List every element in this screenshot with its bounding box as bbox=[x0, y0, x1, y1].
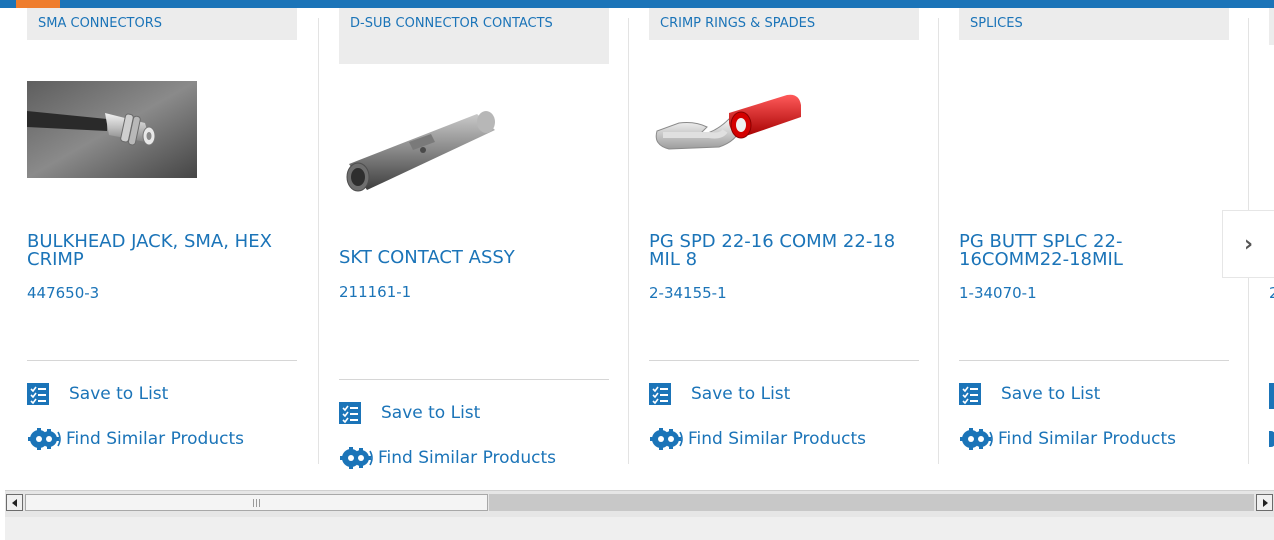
find-similar-products-button[interactable]: Find Similar Products bbox=[27, 427, 244, 451]
scrollbar-thumb[interactable] bbox=[25, 494, 488, 511]
carousel-next-button[interactable]: › bbox=[1222, 210, 1274, 278]
product-title-link[interactable]: SKT CONTACT ASSY bbox=[339, 249, 609, 267]
save-to-list-button[interactable]: Save to List bbox=[339, 402, 480, 424]
find-similar-products-button[interactable]: Find Similar Products bbox=[959, 427, 1176, 451]
part-number-link[interactable]: 211161-1 bbox=[339, 283, 411, 301]
scroll-left-arrow-icon bbox=[11, 498, 17, 507]
card-separator bbox=[339, 379, 609, 380]
category-tag bbox=[1269, 8, 1274, 45]
product-title-link[interactable]: PG BUTT SPLC 22-16COMM22-18MIL bbox=[959, 233, 1229, 269]
scroll-right-button[interactable] bbox=[1256, 494, 1273, 511]
find-similar-products-button[interactable]: Find Similar Products bbox=[339, 446, 556, 470]
card-separator bbox=[27, 360, 297, 361]
find-similar-label: Find Similar Products bbox=[688, 429, 866, 449]
product-carousel: SMA CONNECTORS BULKHEAD JACK, SMA, HEX C… bbox=[0, 0, 1274, 490]
category-tag[interactable]: SPLICES bbox=[959, 8, 1229, 40]
card-divider bbox=[938, 18, 939, 464]
product-title-link[interactable]: BULKHEAD JACK, SMA, HEX CRIMP bbox=[27, 233, 297, 269]
checklist-icon bbox=[27, 383, 49, 405]
checklist-icon bbox=[959, 383, 981, 405]
find-similar-products-button[interactable]: Find Similar Products bbox=[649, 427, 866, 451]
find-similar-label: Find Similar Products bbox=[378, 448, 556, 468]
checklist-icon bbox=[339, 402, 361, 424]
gears-icon bbox=[959, 427, 995, 451]
scroll-left-button[interactable] bbox=[6, 494, 23, 511]
save-to-list-label: Save to List bbox=[381, 403, 481, 423]
product-image[interactable] bbox=[649, 83, 819, 178]
part-number-link[interactable]: 447650-3 bbox=[27, 284, 99, 302]
card-divider bbox=[628, 18, 629, 464]
save-to-list-button[interactable]: Save to List bbox=[649, 383, 790, 405]
find-similar-label: Find Similar Products bbox=[66, 429, 244, 449]
bottom-panel bbox=[5, 517, 1274, 540]
product-title-link[interactable]: PG SPD 22-16 COMM 22-18 MIL 8 bbox=[649, 233, 919, 269]
product-card: D-SUB CONNECTOR CONTACTS SKT CONTACT ASS… bbox=[339, 0, 609, 490]
gears-icon bbox=[27, 427, 63, 451]
product-card: SPLICES PG BUTT SPLC 22-16COMM22-18MIL 1… bbox=[959, 0, 1229, 490]
save-to-list-label: Save to List bbox=[69, 384, 169, 404]
find-similar-label: Find Similar Products bbox=[998, 429, 1176, 449]
product-card: CRIMP RINGS & SPADES PG SPD 22-16 COMM 2… bbox=[649, 0, 919, 490]
save-to-list-button[interactable]: Save to List bbox=[27, 383, 168, 405]
scrollbar-track[interactable] bbox=[489, 494, 1254, 511]
horizontal-scrollbar[interactable] bbox=[5, 490, 1274, 517]
category-tag[interactable]: D-SUB CONNECTOR CONTACTS bbox=[339, 8, 609, 64]
gears-icon bbox=[339, 446, 375, 470]
save-to-list-label: Save to List bbox=[1001, 384, 1101, 404]
gears-icon bbox=[649, 427, 685, 451]
chevron-right-icon: › bbox=[1243, 231, 1254, 257]
product-card: SMA CONNECTORS BULKHEAD JACK, SMA, HEX C… bbox=[27, 0, 298, 490]
checklist-icon[interactable] bbox=[1269, 383, 1274, 409]
category-tag[interactable]: CRIMP RINGS & SPADES bbox=[649, 8, 919, 40]
gears-icon[interactable] bbox=[1269, 431, 1274, 447]
card-separator bbox=[649, 360, 919, 361]
part-number-link[interactable]: 2 bbox=[1269, 284, 1274, 302]
part-number-link[interactable]: 2-34155-1 bbox=[649, 284, 727, 302]
checklist-icon bbox=[649, 383, 671, 405]
category-tag[interactable]: SMA CONNECTORS bbox=[27, 8, 297, 40]
part-number-link[interactable]: 1-34070-1 bbox=[959, 284, 1037, 302]
scroll-right-arrow-icon bbox=[1262, 498, 1268, 507]
product-image[interactable] bbox=[27, 81, 197, 178]
save-to-list-button[interactable]: Save to List bbox=[959, 383, 1100, 405]
grip-icon bbox=[253, 498, 260, 507]
card-separator bbox=[959, 360, 1229, 361]
product-image[interactable] bbox=[339, 98, 499, 198]
save-to-list-label: Save to List bbox=[691, 384, 791, 404]
card-divider bbox=[318, 18, 319, 464]
